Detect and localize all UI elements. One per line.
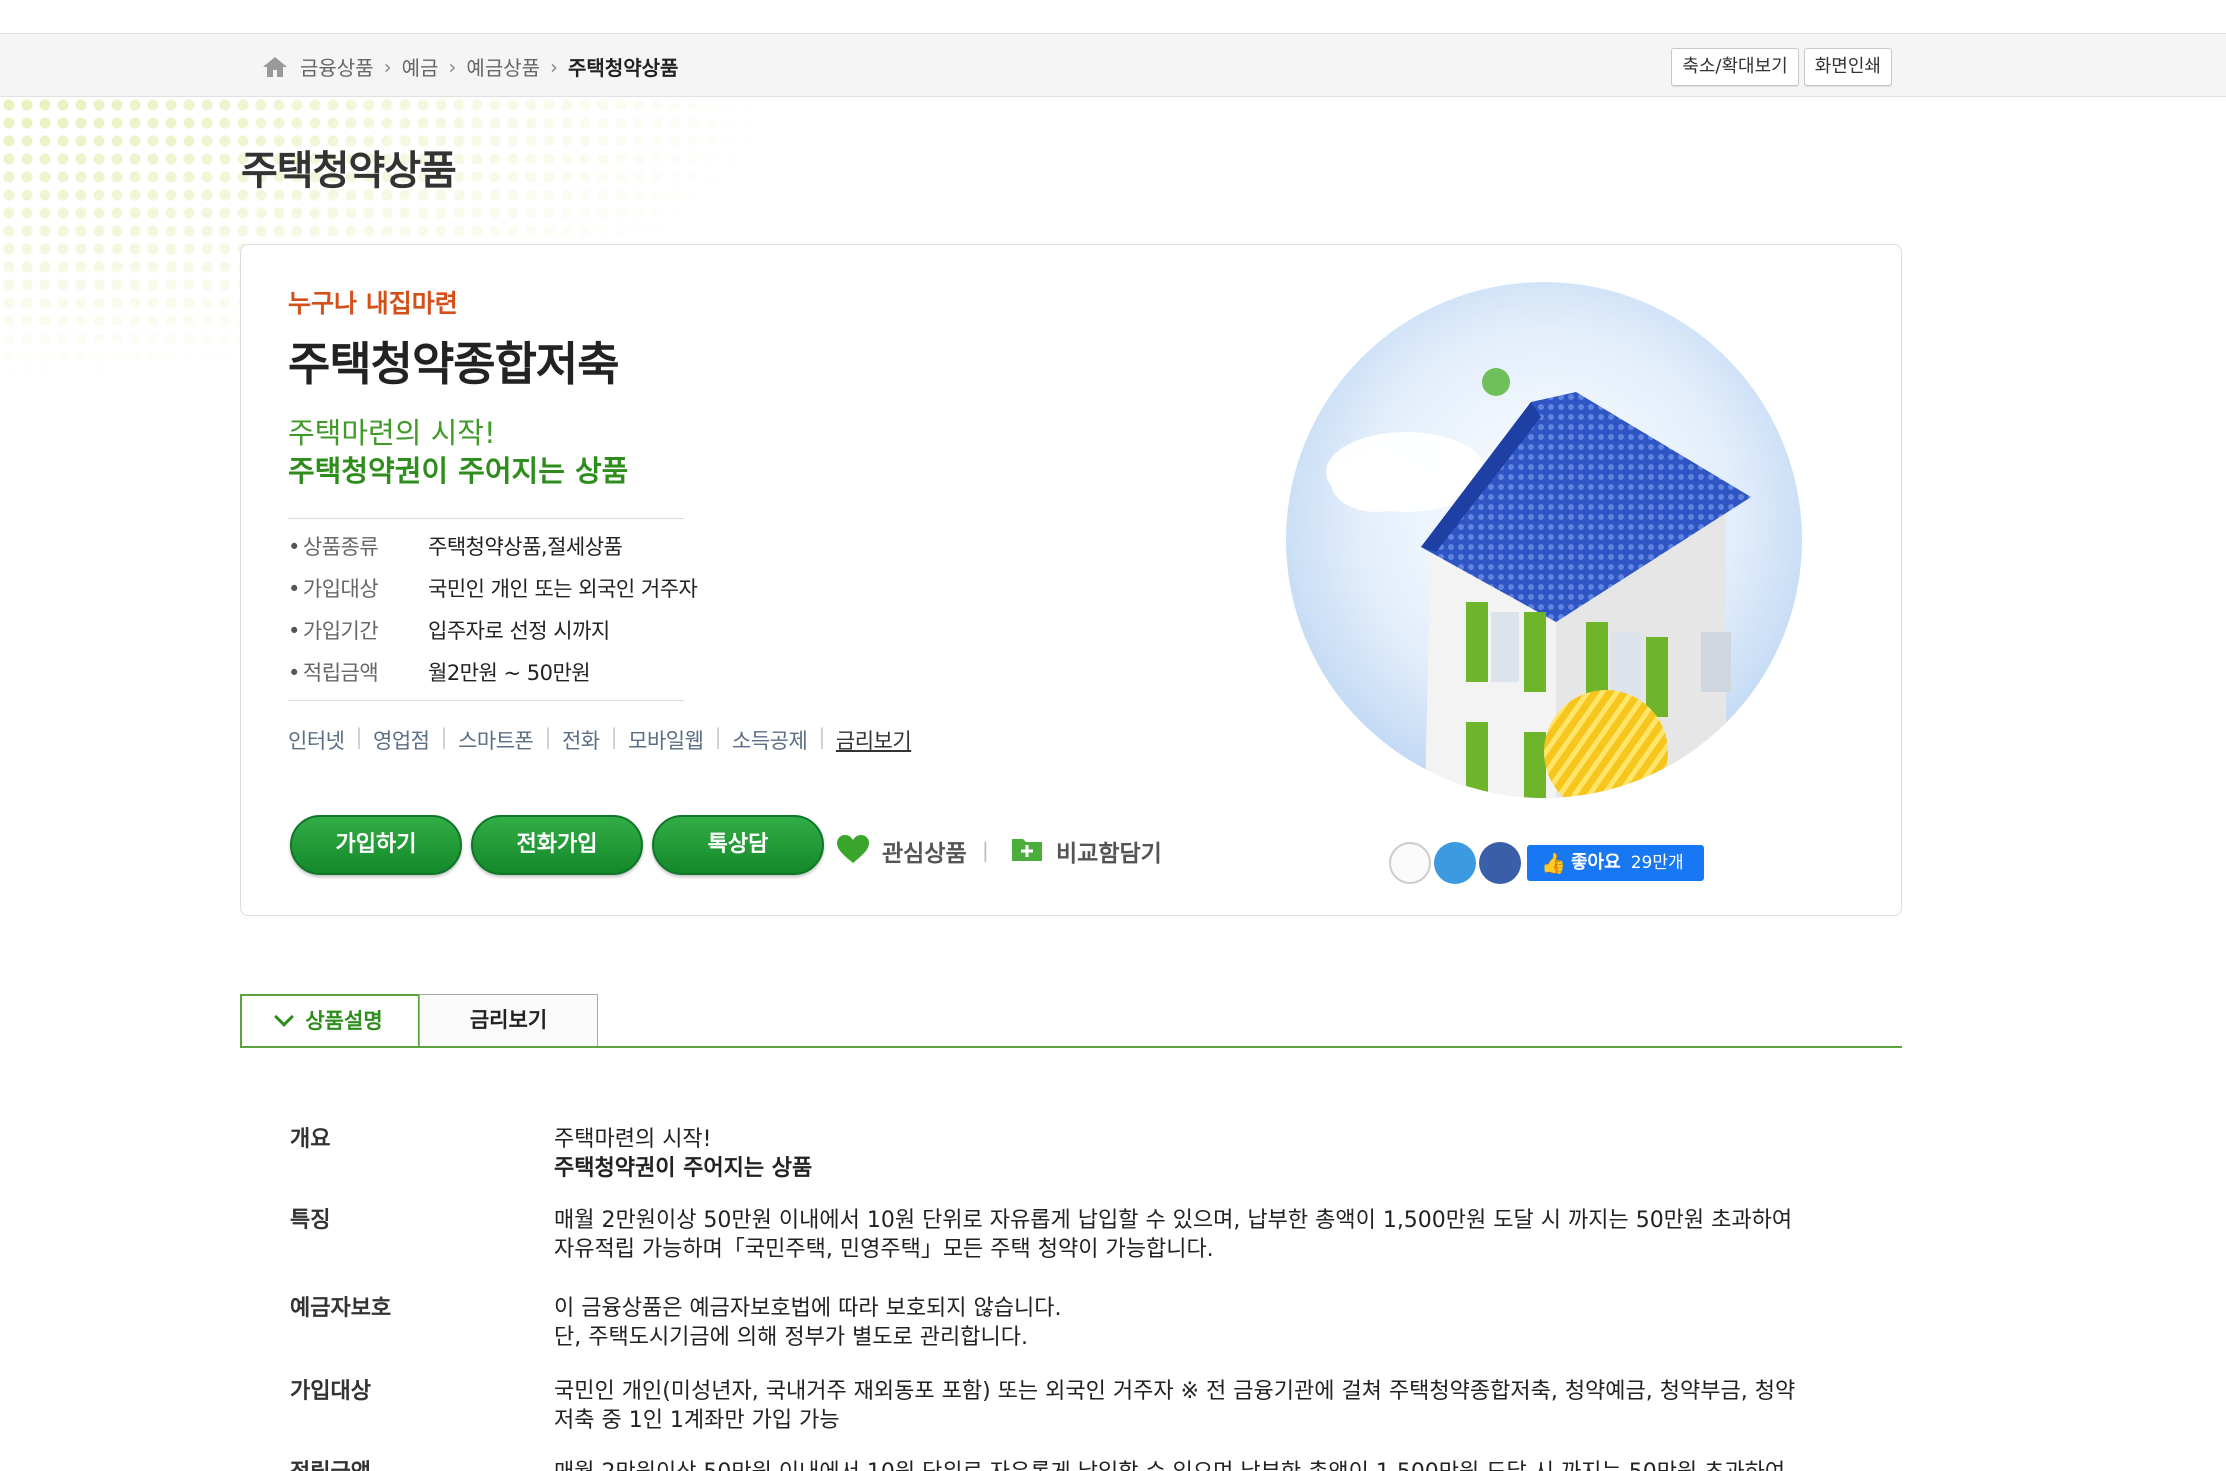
detail-label: 적립금액 [290, 1458, 554, 1471]
detail-value: 매월 2만원이상 50만원 이내에서 10원 단위로 자유롭게 납입할 수 있으… [554, 1458, 1854, 1471]
detail-value: 국민인 개인(미성년자, 국내거주 재외동포 포함) 또는 외국인 거주자 ※ … [554, 1377, 1854, 1435]
page-tools: 축소/확대보기 화면인쇄 [1671, 48, 1892, 86]
facebook-like-button[interactable]: 👍 좋아요 29만개 [1527, 845, 1704, 881]
detail-line: 매월 2만원이상 50만원 이내에서 10원 단위로 자유롭게 납입할 수 있으… [554, 1458, 1854, 1471]
phone-join-button[interactable]: 전화가입 [471, 815, 643, 875]
detail-line: 주택청약권이 주어지는 상품 [554, 1156, 813, 1181]
breadcrumb-bar: 금융상품 › 예금 › 예금상품 › 주택청약상품 축소/확대보기 화면인쇄 [0, 34, 2226, 97]
detail-label: 가입대상 [290, 1379, 371, 1404]
divider: | [355, 725, 363, 749]
detail-row: 예금자보호 이 금융상품은 예금자보호법에 따라 보호되지 않습니다. 단, 주택도… [290, 1294, 1854, 1352]
facebook-icon[interactable] [1479, 842, 1521, 884]
channel-list: 인터넷 | 영업점 | 스마트폰 | 전화 | 모바일웹 | 소득공제 | 금리보기 [288, 725, 912, 755]
chat-consult-button[interactable]: 톡상담 [652, 815, 824, 875]
breadcrumb: 금융상품 › 예금 › 예금상품 › 주택청약상품 [262, 52, 678, 81]
spec-row: 상품종류주택청약상품,절세상품 [288, 531, 623, 561]
detail-line: 단, 주택도시기금에 의해 정부가 별도로 관리합니다. [554, 1325, 1028, 1350]
spec-label: 가입기간 [288, 615, 428, 645]
spec-value: 국민인 개인 또는 외국인 거주자 [428, 577, 698, 601]
wishlist-button[interactable]: 관심상품 [882, 834, 967, 868]
detail-line: 매월 2만원이상 50만원 이내에서 10원 단위로 자유롭게 납입할 수 있으… [554, 1208, 1793, 1233]
chevron-right-icon: › [550, 54, 559, 79]
thumbs-up-icon: 👍 [1541, 851, 1566, 875]
spec-value: 월2만원 ~ 50만원 [428, 661, 591, 685]
detail-row: 가입대상 국민인 개인(미성년자, 국내거주 재외동포 포함) 또는 외국인 거주… [290, 1377, 1854, 1435]
detail-line: 이 금융상품은 예금자보호법에 따라 보호되지 않습니다. [554, 1296, 1062, 1321]
like-label: 좋아요 [1571, 852, 1621, 873]
detail-value: 이 금융상품은 예금자보호법에 따라 보호되지 않습니다. 단, 주택도시기금에 … [554, 1294, 1854, 1352]
house-illustration [1286, 282, 1802, 798]
channel-branch: 영업점 [373, 729, 430, 753]
detail-value: 매월 2만원이상 50만원 이내에서 10원 단위로 자유롭게 납입할 수 있으… [554, 1206, 1854, 1264]
tab-rates[interactable]: 금리보기 [419, 994, 598, 1048]
product-eyebrow: 누구나 내집마련 [288, 289, 458, 318]
rate-link[interactable]: 금리보기 [836, 725, 912, 755]
detail-label: 개요 [290, 1127, 331, 1152]
channel-tax-deduction: 소득공제 [732, 729, 808, 753]
page-title: 주택청약상품 [241, 148, 457, 194]
detail-line: 저축 중 1인 1계좌만 가입 가능 [554, 1408, 840, 1433]
divider: | [610, 725, 618, 749]
detail-row: 특징 매월 2만원이상 50만원 이내에서 10원 단위로 자유롭게 납입할 수 … [290, 1206, 1854, 1264]
chevron-right-icon: › [383, 54, 392, 79]
join-button[interactable]: 가입하기 [290, 815, 462, 875]
email-share-icon[interactable] [1389, 842, 1431, 884]
tab-product-description[interactable]: 상품설명 [240, 994, 420, 1048]
channel-mobile-web: 모바일웹 [628, 729, 704, 753]
channel-smartphone: 스마트폰 [458, 729, 534, 753]
breadcrumb-item-financial-products[interactable]: 금융상품 [300, 52, 374, 81]
tab-underline [240, 1046, 1902, 1048]
divider [288, 518, 684, 519]
detail-label: 예금자보호 [290, 1296, 392, 1321]
spec-value: 입주자로 선정 시까지 [428, 619, 610, 643]
home-icon[interactable] [262, 55, 288, 79]
breadcrumb-item-deposit-products[interactable]: 예금상품 [466, 52, 540, 81]
folder-plus-icon[interactable] [1011, 834, 1043, 862]
divider: | [818, 725, 825, 749]
divider: | [440, 725, 448, 749]
spec-value: 주택청약상품,절세상품 [428, 535, 623, 559]
product-slogan-line2: 주택청약권이 주어지는 상품 [288, 454, 629, 488]
spec-label: 가입대상 [288, 573, 428, 603]
spec-row: 가입대상국민인 개인 또는 외국인 거주자 [288, 573, 698, 603]
page: 금융상품 › 예금 › 예금상품 › 주택청약상품 축소/확대보기 화면인쇄 주… [0, 0, 2226, 1471]
chevron-right-icon: › [448, 54, 457, 79]
compare-button[interactable]: 비교함담기 [1056, 834, 1162, 868]
heart-icon[interactable] [836, 834, 870, 864]
divider [288, 700, 684, 701]
divider: | [982, 838, 989, 862]
print-button[interactable]: 화면인쇄 [1803, 48, 1892, 86]
divider: | [544, 725, 551, 749]
channel-phone: 전화 [561, 729, 600, 753]
spec-label: 상품종류 [288, 531, 428, 561]
channel-internet: 인터넷 [288, 729, 345, 753]
like-count: 29만개 [1630, 853, 1684, 873]
spec-label: 적립금액 [288, 657, 428, 687]
twitter-icon[interactable] [1434, 842, 1476, 884]
detail-label: 특징 [290, 1208, 331, 1233]
detail-line: 국민인 개인(미성년자, 국내거주 재외동포 포함) 또는 외국인 거주자 ※ … [554, 1379, 1796, 1404]
product-name: 주택청약종합저축 [288, 337, 620, 391]
tab-label: 상품설명 [305, 1009, 383, 1033]
product-slogan-line1: 주택마련의 시작! [288, 416, 496, 450]
chevron-down-icon [274, 1007, 295, 1027]
top-bar [0, 0, 2226, 34]
zoom-button[interactable]: 축소/확대보기 [1671, 48, 1799, 86]
detail-row: 적립금액매월 2만원이상 50만원 이내에서 10원 단위로 자유롭게 납입할 … [290, 1458, 1854, 1471]
detail-value: 주택마련의 시작! 주택청약권이 주어지는 상품 [554, 1125, 1854, 1183]
divider: | [714, 725, 722, 749]
detail-row: 개요 주택마련의 시작! 주택청약권이 주어지는 상품 [290, 1125, 1854, 1183]
breadcrumb-item-deposit[interactable]: 예금 [402, 52, 439, 81]
detail-line: 주택마련의 시작! [554, 1127, 712, 1152]
detail-line: 자유적립 가능하며「국민주택, 민영주택」모든 주택 청약이 가능합니다. [554, 1237, 1214, 1262]
spec-row: 적립금액월2만원 ~ 50만원 [288, 657, 591, 687]
breadcrumb-current: 주택청약상품 [568, 56, 679, 80]
spec-row: 가입기간입주자로 선정 시까지 [288, 615, 610, 645]
